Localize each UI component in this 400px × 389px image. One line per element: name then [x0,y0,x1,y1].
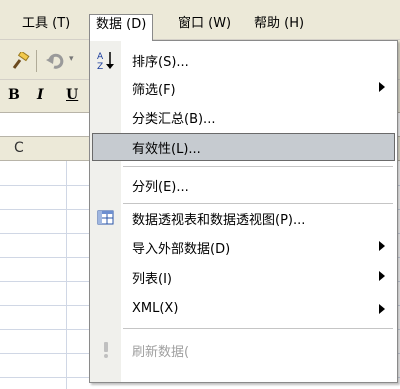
undo-dropdown-icon[interactable]: ▾ [69,54,74,64]
submenu-arrow-icon [379,304,385,314]
menu-tools[interactable]: 工具 (T) [16,14,76,34]
menu-help[interactable]: 帮助 (H) [248,14,310,34]
menu-item-filter[interactable]: 筛选(F) [92,74,395,102]
menu-item-sort[interactable]: A Z 排序(S)... [92,46,395,74]
menu-item-label: XML(X) [132,301,179,316]
menu-item-validation[interactable]: 有效性(L)... [92,133,395,161]
grid-line [66,161,67,389]
menu-item-list[interactable]: 列表(I) [92,263,395,291]
menu-item-text-to-columns[interactable]: 分列(E)... [92,171,395,199]
menu-bar: 工具 (T) 数据 (D) 窗口 (W) 帮助 (H) [0,0,400,41]
submenu-arrow-icon [379,271,385,281]
menu-item-import-external-data[interactable]: 导入外部数据(D) [92,233,395,261]
menu-window[interactable]: 窗口 (W) [172,14,237,34]
menu-item-label: 导入外部数据(D) [132,242,231,257]
menu-separator [123,166,393,167]
undo-icon[interactable] [46,52,64,70]
toolbar-divider [36,50,37,72]
svg-text:Z: Z [97,62,103,70]
column-header-c[interactable]: C [14,140,24,156]
svg-text:A: A [97,52,104,62]
menu-item-label: 数据透视表和数据透视图(P)... [132,213,306,228]
data-menu-dropdown: A Z 排序(S)... 筛选(F) 分类汇总(B)... 有效性(L)... … [89,40,398,383]
italic-button[interactable]: I [37,87,44,103]
bold-button[interactable]: B [8,87,20,103]
menu-item-label: 排序(S)... [132,55,189,70]
menu-separator [123,328,393,329]
menu-item-label: 分列(E)... [132,180,189,195]
pivot-table-icon [97,210,114,225]
menu-item-label: 分类汇总(B)... [132,112,216,127]
menu-item-pivot-table[interactable]: 数据透视表和数据透视图(P)... [92,204,395,232]
menu-item-subtotals[interactable]: 分类汇总(B)... [92,103,395,131]
menu-data[interactable]: 数据 (D) [89,14,154,41]
submenu-arrow-icon [379,241,385,251]
underline-button[interactable]: U [66,87,78,103]
menu-item-refresh-data[interactable]: 刷新数据( [92,336,395,364]
menu-item-label: 有效性(L)... [132,142,201,157]
submenu-arrow-icon [379,82,385,92]
menu-item-label: 列表(I) [132,272,172,287]
menu-item-label: 刷新数据( [132,345,190,360]
refresh-exclamation-icon [104,342,108,358]
menu-item-xml[interactable]: XML(X) [92,296,395,324]
menu-item-label: 筛选(F) [132,83,176,98]
sort-az-icon: A Z [97,52,114,70]
format-painter-icon[interactable] [10,52,30,70]
